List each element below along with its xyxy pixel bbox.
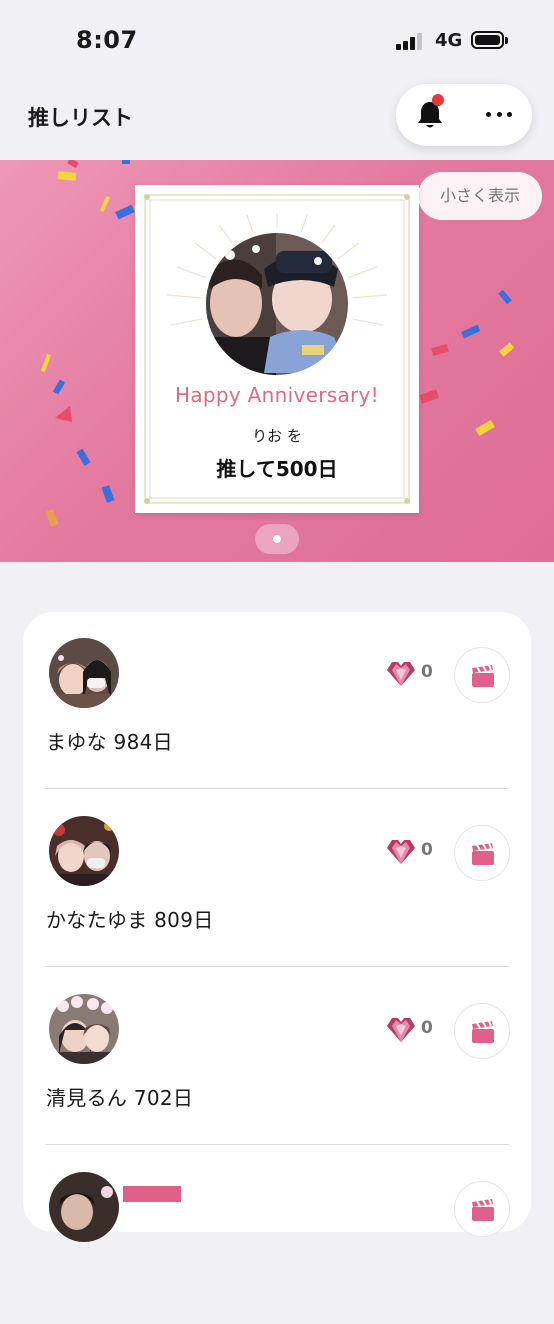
anniversary-name: りお を <box>252 427 302 445</box>
video-button[interactable] <box>454 1003 510 1059</box>
list-item[interactable] <box>23 1146 531 1324</box>
heart-gem-icon <box>387 662 415 686</box>
divider <box>45 966 509 967</box>
video-button[interactable] <box>454 825 510 881</box>
oshi-name-days: 清見るん 702日 <box>46 1086 194 1110</box>
notification-badge <box>432 94 444 106</box>
avatar <box>49 1172 119 1242</box>
oshi-name-days: まゆな 984日 <box>46 730 173 754</box>
heart-gem-icon <box>387 1018 415 1042</box>
list-item[interactable]: 0 まゆな 984日 <box>23 612 531 790</box>
heart-gem-icon <box>387 840 415 864</box>
heart-count: 0 <box>421 840 433 860</box>
video-button[interactable] <box>454 1181 510 1237</box>
oshi-avatar <box>206 233 348 375</box>
compact-view-toggle[interactable]: 小さく表示 <box>418 172 542 220</box>
app-header: 推しリスト <box>0 80 554 160</box>
battery-icon <box>471 31 508 49</box>
heart-count: 0 <box>421 662 433 682</box>
video-button[interactable] <box>454 647 510 703</box>
anniversary-banner: 小さく表示 Happy Anniversary! りお を 推して500日 <box>0 160 554 562</box>
more-icon[interactable] <box>486 112 512 118</box>
header-actions <box>396 84 532 146</box>
clapperboard-icon <box>472 1020 494 1043</box>
list-item[interactable]: 0 清見るん 702日 <box>23 968 531 1146</box>
clapperboard-icon <box>472 664 494 687</box>
anniversary-days: 推して500日 <box>216 457 338 481</box>
status-time: 8:07 <box>76 26 138 54</box>
pager-dot-active <box>273 535 281 543</box>
oshi-list: 0 まゆな 984日 0 かなたゆま 809日 0 清見るん 702日 <box>23 612 531 1242</box>
avatar <box>49 994 119 1064</box>
anniversary-title: Happy Anniversary! <box>175 383 379 407</box>
list-item[interactable]: 0 かなたゆま 809日 <box>23 790 531 968</box>
divider <box>45 1144 509 1145</box>
anniversary-card[interactable]: Happy Anniversary! りお を 推して500日 <box>135 185 419 513</box>
cellular-signal-icon <box>396 32 424 50</box>
carousel-pager[interactable] <box>255 524 299 554</box>
oshi-name-days: かなたゆま 809日 <box>46 908 214 932</box>
clapperboard-icon <box>472 842 494 865</box>
divider <box>45 788 509 789</box>
avatar <box>49 638 119 708</box>
clapperboard-icon <box>472 1198 494 1221</box>
avatar <box>49 816 119 886</box>
page-title: 推しリスト <box>28 106 133 130</box>
network-type: 4G <box>435 30 463 51</box>
status-bar: 8:07 4G <box>0 0 554 80</box>
heart-count: 0 <box>421 1018 433 1038</box>
